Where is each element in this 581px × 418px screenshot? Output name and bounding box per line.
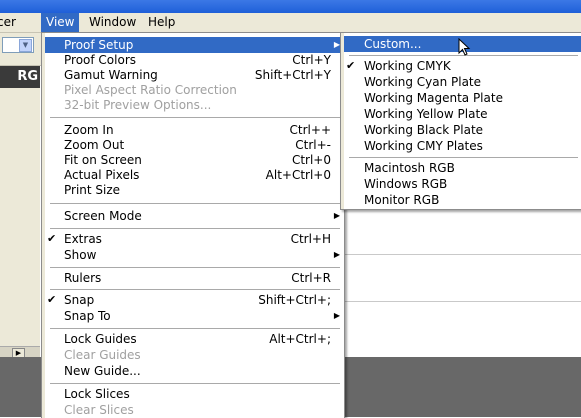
mouse-cursor-icon: [458, 38, 471, 56]
submenu-item-working-magenta[interactable]: Working Magenta Plate: [344, 90, 581, 106]
menu-item-32bit-preview: 32-bit Preview Options...: [64, 98, 212, 112]
menu-item-pixel-aspect: Pixel Aspect Ratio Correction: [64, 83, 237, 97]
submenu-arrow-icon: ▶: [333, 250, 340, 259]
panel-divider: [345, 301, 581, 302]
menu-separator: [50, 383, 340, 384]
menu-item-gamut-warning[interactable]: Gamut Warning Shift+Ctrl+Y: [45, 67, 344, 83]
submenu-item-working-cmyk[interactable]: ✔ Working CMYK: [344, 58, 581, 74]
menu-item-clear-guides: Clear Guides: [64, 348, 141, 362]
proof-setup-submenu: Custom... ✔ Working CMYK Working Cyan Pl…: [340, 32, 581, 210]
menu-separator: [50, 203, 340, 204]
submenu-arrow-icon: ▶: [333, 211, 340, 220]
menu-help[interactable]: Help: [143, 13, 180, 32]
chevron-down-icon: ▼: [19, 39, 32, 52]
menu-item-show[interactable]: Show ▶: [45, 247, 344, 263]
menu-item-zoom-in[interactable]: Zoom In Ctrl++: [45, 122, 344, 138]
menu-view[interactable]: View: [41, 13, 80, 32]
panel-divider: [345, 254, 581, 255]
menu-separator: [50, 267, 340, 268]
submenu-item-windows-rgb[interactable]: Windows RGB: [344, 176, 581, 192]
document-panel: [0, 66, 40, 351]
menu-separator: [349, 157, 578, 158]
view-menu: Proof Setup ▶ Proof Colors Ctrl+Y Gamut …: [41, 32, 345, 418]
menu-item-snap[interactable]: ✔ Snap Shift+Ctrl+;: [45, 292, 344, 308]
menu-separator: [50, 328, 340, 329]
menu-item-proof-setup[interactable]: Proof Setup ▶: [45, 37, 344, 53]
submenu-item-monitor-rgb[interactable]: Monitor RGB: [344, 192, 581, 208]
menu-window[interactable]: Window: [84, 13, 141, 32]
submenu-item-macintosh-rgb[interactable]: Macintosh RGB: [344, 160, 581, 176]
menu-item-lock-slices[interactable]: Lock Slices: [45, 386, 344, 402]
checkmark-icon: ✔: [346, 59, 356, 72]
tool-preset-combo[interactable]: ▼: [2, 37, 34, 53]
menu-item-lock-guides[interactable]: Lock Guides Alt+Ctrl+;: [45, 331, 344, 347]
checkmark-icon: ✔: [47, 293, 57, 306]
menu-separator: [50, 117, 340, 118]
menu-item-extras[interactable]: ✔ Extras Ctrl+H: [45, 231, 344, 247]
menu-item-rulers[interactable]: Rulers Ctrl+R: [45, 270, 344, 286]
menu-item-clear-slices: Clear Slices: [64, 403, 134, 417]
submenu-item-working-cmy[interactable]: Working CMY Plates: [344, 138, 581, 154]
menu-item-print-size[interactable]: Print Size: [45, 182, 344, 198]
menu-item-zoom-out[interactable]: Zoom Out Ctrl+-: [45, 137, 344, 153]
menu-item-actual-pixels[interactable]: Actual Pixels Alt+Ctrl+0: [45, 167, 344, 183]
options-bar: ▼: [0, 33, 44, 66]
menu-item-proof-colors[interactable]: Proof Colors Ctrl+Y: [45, 52, 344, 68]
menu-item-new-guide[interactable]: New Guide...: [45, 363, 344, 379]
submenu-item-working-yellow[interactable]: Working Yellow Plate: [344, 106, 581, 122]
menu-file-partial[interactable]: cer: [0, 13, 21, 32]
menu-separator: [50, 289, 340, 290]
menu-item-snap-to[interactable]: Snap To ▶: [45, 308, 344, 324]
menu-item-screen-mode[interactable]: Screen Mode ▶: [45, 208, 344, 224]
submenu-item-working-cyan[interactable]: Working Cyan Plate: [344, 74, 581, 90]
submenu-arrow-icon: ▶: [333, 311, 340, 320]
menu-separator: [50, 228, 340, 229]
menu-item-fit-on-screen[interactable]: Fit on Screen Ctrl+0: [45, 152, 344, 168]
menu-bar: cer View Window Help: [0, 13, 581, 33]
submenu-item-working-black[interactable]: Working Black Plate: [344, 122, 581, 138]
title-bar: [0, 0, 581, 13]
checkmark-icon: ✔: [47, 232, 57, 245]
document-tab[interactable]: RG: [0, 66, 40, 88]
